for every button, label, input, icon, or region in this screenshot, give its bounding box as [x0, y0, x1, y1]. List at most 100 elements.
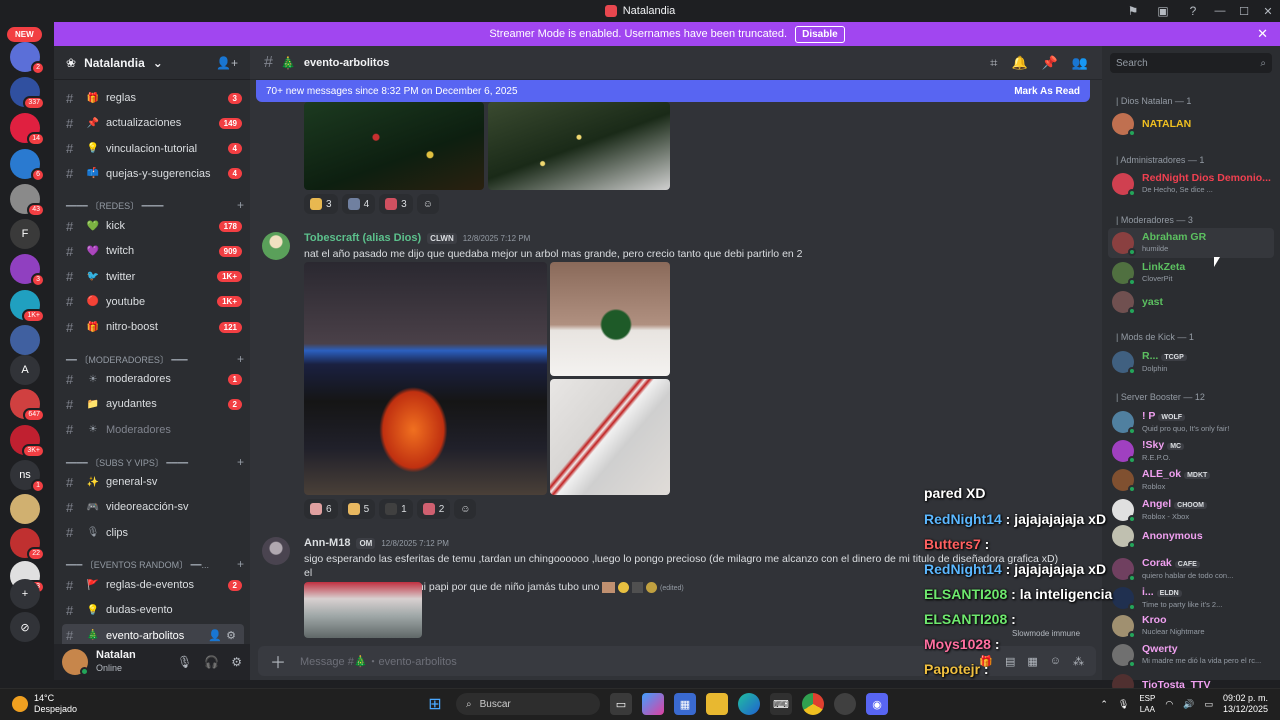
add-attachment-icon[interactable]: ＋ — [270, 649, 286, 673]
headphones-icon[interactable]: 🎧 — [204, 655, 219, 669]
new-messages-bar[interactable]: 70+ new messages since 8:32 PM on Decemb… — [256, 80, 1090, 102]
copilot-icon[interactable] — [642, 693, 664, 715]
server-icon[interactable]: ns 1 — [10, 460, 45, 493]
add-channel-icon[interactable]: + — [237, 352, 244, 366]
guild-tag[interactable]: OM — [356, 537, 376, 549]
server-icon[interactable]: 14 — [10, 113, 45, 146]
channel-item[interactable]: # 💜 twitch 909 — [54, 239, 250, 263]
channel-item[interactable]: # 📫 quejas-y-sugerencias 4 — [54, 162, 250, 186]
message-image[interactable] — [304, 262, 547, 495]
help-icon[interactable]: ? — [1178, 4, 1208, 18]
channel-item[interactable]: # ☀ Moderadores — [54, 418, 250, 442]
battery-icon[interactable]: ▭ — [1204, 699, 1213, 710]
search-input[interactable]: Search ⌕ — [1110, 53, 1272, 73]
microphone-icon[interactable]: 🎙 — [1118, 699, 1129, 710]
member-item[interactable]: ! P WOLF Quid pro quo, It's only fair! — [1108, 407, 1274, 437]
channel-item[interactable]: # 🎙 clips — [54, 521, 250, 545]
add-reaction-button[interactable]: ☺ — [416, 194, 439, 214]
file-explorer-icon[interactable] — [706, 693, 728, 715]
reaction-button[interactable]: 4 — [341, 194, 376, 214]
microphone-icon[interactable]: 🎙 — [177, 655, 192, 669]
reaction-button[interactable]: 2 — [416, 499, 451, 519]
channel-item[interactable]: # 📌 actualizaciones 149 — [54, 111, 250, 135]
wifi-icon[interactable]: ◠ — [1165, 699, 1173, 710]
channel-item[interactable]: # ☀ moderadores 1 — [54, 367, 250, 391]
member-item[interactable]: R... TCGP Dolphin — [1108, 347, 1274, 377]
terminal-icon[interactable]: ⌨ — [770, 693, 792, 715]
add-channel-icon[interactable]: + — [237, 557, 244, 571]
member-item[interactable]: RedNight Dios Demonio... De Hecho, Se dic… — [1108, 169, 1274, 199]
chevron-up-icon[interactable]: ⌃ — [1100, 699, 1108, 710]
guild-header[interactable]: ❀ Natalandia ⌄ 👤+ — [54, 46, 250, 80]
store-icon[interactable]: ▦ — [674, 693, 696, 715]
mark-as-read-button[interactable]: Mark As Read — [1014, 86, 1080, 97]
bell-icon[interactable]: 🔔 — [1011, 55, 1027, 71]
server-icon[interactable] — [10, 325, 40, 355]
reaction-button[interactable]: 1 — [379, 499, 413, 519]
avatar[interactable] — [262, 232, 290, 260]
weather-widget[interactable]: 14°C Despejado — [12, 693, 77, 715]
threads-icon[interactable]: ⌗ — [990, 55, 997, 71]
message-author[interactable]: Ann-M18 — [304, 537, 350, 549]
member-list-icon[interactable]: 👥 — [1072, 55, 1088, 71]
minimize-button[interactable]: — — [1208, 5, 1232, 17]
server-icon[interactable]: 647 — [10, 389, 45, 422]
add-server-button[interactable]: + — [10, 579, 40, 609]
avatar[interactable] — [262, 537, 290, 565]
reaction-button[interactable]: 3 — [304, 194, 338, 214]
invite-icon[interactable]: 👤 — [208, 629, 222, 642]
message-image[interactable] — [488, 102, 670, 190]
reaction-button[interactable]: 3 — [379, 194, 413, 214]
start-icon[interactable]: ⊞ — [424, 693, 446, 715]
language-indicator[interactable]: ESP LAA — [1139, 693, 1155, 715]
message-image[interactable] — [304, 582, 422, 638]
message-author[interactable]: Tobescraft (alias Dios) — [304, 232, 421, 244]
message-image[interactable] — [550, 262, 670, 376]
task-view-icon[interactable]: ▭ — [610, 693, 632, 715]
server-icon[interactable]: 3K+ — [10, 425, 45, 458]
disable-streamer-mode-button[interactable]: Disable — [795, 25, 845, 43]
channel-item[interactable]: # 💡 vinculacion-tutorial 4 — [54, 137, 250, 161]
discord-taskbar-icon[interactable]: ◉ — [866, 693, 888, 715]
chrome-icon[interactable] — [802, 693, 824, 715]
close-icon[interactable]: ✕ — [1257, 26, 1268, 42]
server-icon[interactable]: F — [10, 219, 40, 249]
taskbar-search[interactable]: ⌕ Buscar — [456, 693, 600, 715]
guild-tag[interactable]: CLWN — [427, 232, 457, 244]
channel-item[interactable]: # 🚩 reglas-de-eventos 2 — [54, 573, 250, 597]
channel-item[interactable]: # 🔴 youtube 1K+ — [54, 290, 250, 314]
channel-category[interactable]: ━━━━ 〔REDES〕 ━━━━ + — [66, 196, 244, 214]
member-item[interactable]: yast — [1108, 287, 1274, 317]
server-icon[interactable]: 43 — [10, 184, 45, 217]
channel-item[interactable]: # 💚 kick 178 — [54, 214, 250, 238]
invite-people-icon[interactable]: 👤+ — [216, 56, 238, 70]
gear-icon[interactable]: ⚙ — [226, 629, 236, 642]
inbox-icon[interactable]: ⚑ — [1118, 4, 1148, 18]
channel-item[interactable]: # 🎁 nitro-boost 121 — [54, 315, 250, 339]
add-reaction-button[interactable]: ☺ — [454, 499, 477, 519]
member-item[interactable]: !Sky MC R.E.P.O. — [1108, 436, 1274, 466]
channel-item[interactable]: # 📁 ayudantes 2 — [54, 392, 250, 416]
channel-category[interactable]: ━━ 〔MODERADORES〕 ━━━ + — [66, 350, 244, 368]
channel-item[interactable]: # 🎁 reglas 3 — [54, 86, 250, 110]
member-item[interactable]: NATALAN — [1108, 109, 1274, 139]
channel-category[interactable]: ━━━ 〔EVENTOS RANDOM〕 ━━... + — [66, 555, 244, 573]
server-icon[interactable] — [10, 494, 40, 524]
reaction-button[interactable]: 5 — [341, 499, 376, 519]
server-icon[interactable]: 2 — [10, 42, 45, 75]
maximize-button[interactable]: ☐ — [1232, 5, 1256, 18]
app-icon[interactable] — [834, 693, 856, 715]
pin-icon[interactable]: 📌 — [1042, 55, 1058, 71]
add-channel-icon[interactable]: + — [237, 455, 244, 469]
message-input[interactable]: Message #🎄・evento-arbolitos — [300, 653, 965, 669]
discover-button[interactable]: ⊘ — [10, 612, 40, 642]
server-icon[interactable]: 1K+ — [10, 290, 45, 323]
channel-item[interactable]: # 🎮 videoreacción-sv — [54, 495, 250, 519]
volume-icon[interactable]: 🔊 — [1183, 699, 1194, 710]
server-icon[interactable]: 337 — [10, 77, 45, 110]
gear-icon[interactable]: ⚙ — [231, 655, 242, 669]
message-image[interactable] — [550, 379, 670, 495]
server-icon[interactable]: A — [10, 355, 40, 385]
avatar[interactable] — [62, 649, 89, 676]
channel-item[interactable]: # 💡 dudas-evento — [54, 598, 250, 622]
